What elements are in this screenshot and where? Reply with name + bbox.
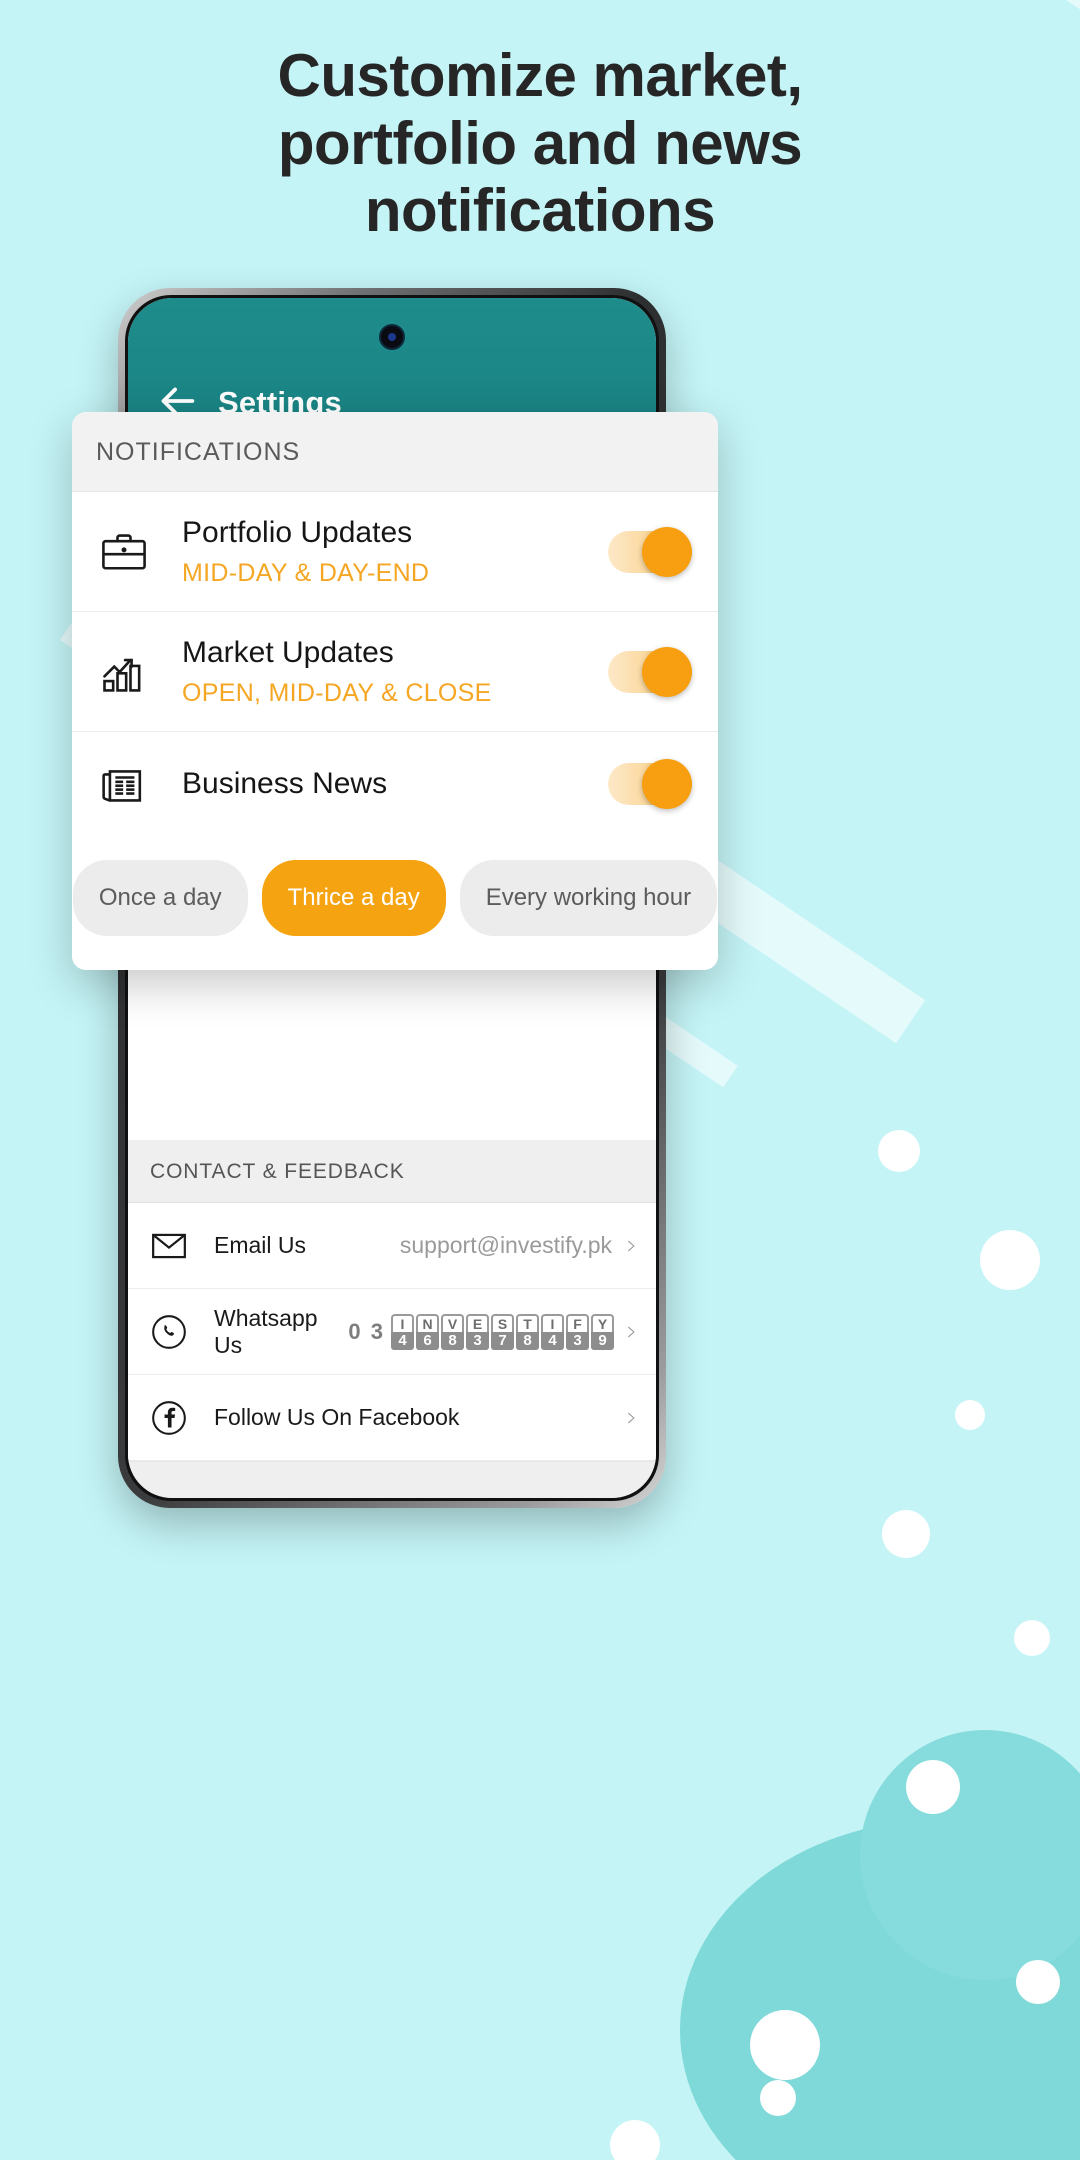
facebook-icon [150,1399,196,1437]
decorative-dot [882,1510,930,1558]
notification-subtitle: OPEN, MID-DAY & CLOSE [182,679,492,707]
headline-line-2: portfolio and news [277,109,803,177]
frequency-chip-0[interactable]: Once a day [72,860,248,936]
decorative-dot [750,2010,820,2080]
settings-row-label: Email Us [214,1232,307,1258]
briefcase-icon [98,526,160,578]
bar-chart-trend-icon [98,646,160,698]
toggle-portfolio-updates[interactable] [608,526,692,577]
frequency-chip-2[interactable]: Every working hour [459,860,718,936]
keypad-key-6: I4 [541,1313,564,1350]
contact-section-header: CONTACT & FEEDBACK [128,1140,656,1203]
settings-row-label: Follow Us On Facebook [214,1404,460,1430]
toggle-business-news[interactable] [608,759,692,809]
decorative-dot [955,1400,985,1430]
toggle-knob [642,646,692,697]
whatsapp-icon [150,1313,196,1351]
notification-text: Portfolio Updates MID-DAY & DAY-END [182,515,608,588]
notification-subtitle: MID-DAY & DAY-END [182,559,430,587]
front-camera [379,324,405,350]
keypad-key-4: S7 [491,1313,514,1350]
headline-line-1: Customize market, [277,42,804,109]
chevron-right-icon [624,1234,638,1258]
notifications-card: NOTIFICATIONS Portfolio Updates MID-DAY … [72,412,718,970]
about-section-header: ABOUT & TERMS [128,1461,656,1498]
toggle-knob [642,526,692,577]
keypad-digits: I4N6V8E3S7T8I4F3Y9 [391,1313,614,1350]
settings-row-label: Whatsapp Us [214,1304,318,1358]
keypad-key-0: I4 [391,1313,414,1350]
settings-row-facebook[interactable]: Follow Us On Facebook [128,1375,656,1461]
settings-row-email[interactable]: Email Us support@investify.pk [128,1203,656,1289]
settings-row-whatsapp[interactable]: Whatsapp Us 0 3 I4N6V8E3S7T8I4F3Y9 [128,1289,656,1375]
decorative-dot [980,1230,1040,1290]
keypad-key-7: F3 [566,1313,589,1350]
chevron-right-icon [624,1406,638,1430]
keypad-key-8: Y9 [591,1313,614,1350]
decorative-dot [760,2080,796,2116]
notification-title: Market Updates [182,636,394,669]
settings-row-value: support@investify.pk [399,1232,612,1258]
decorative-dot [878,1130,920,1172]
notification-row-market[interactable]: Market Updates OPEN, MID-DAY & CLOSE [72,612,718,732]
whatsapp-number-prefix: 0 3 [348,1318,385,1344]
chevron-right-icon [624,1320,638,1344]
headline-line-3: notifications [364,177,716,245]
frequency-chip-group: Once a day Thrice a day Every working hour [72,836,718,970]
notification-text: Business News [182,766,608,802]
keypad-key-2: V8 [441,1313,464,1350]
page-title: Customize market, portfolio and news not… [0,42,1080,245]
notifications-card-header: NOTIFICATIONS [72,412,718,492]
keypad-key-1: N6 [416,1313,439,1350]
notification-title: Business News [182,767,388,800]
keypad-key-3: E3 [466,1313,489,1350]
envelope-icon [150,1227,196,1265]
frequency-chip-1[interactable]: Thrice a day [261,860,446,936]
newspaper-icon [98,758,160,810]
decorative-dot [1014,1620,1050,1656]
keypad-key-5: T8 [516,1313,539,1350]
notification-title: Portfolio Updates [182,516,413,549]
decorative-dot [610,2120,660,2160]
whatsapp-number: 0 3 I4N6V8E3S7T8I4F3Y9 [348,1313,614,1350]
notification-text: Market Updates OPEN, MID-DAY & CLOSE [182,635,608,708]
decorative-dot [1016,1960,1060,2004]
toggle-market-updates[interactable] [608,646,692,697]
notification-row-business-news[interactable]: Business News [72,732,718,836]
notification-row-portfolio[interactable]: Portfolio Updates MID-DAY & DAY-END [72,492,718,612]
toggle-knob [642,759,692,809]
decorative-dot [906,1760,960,1814]
